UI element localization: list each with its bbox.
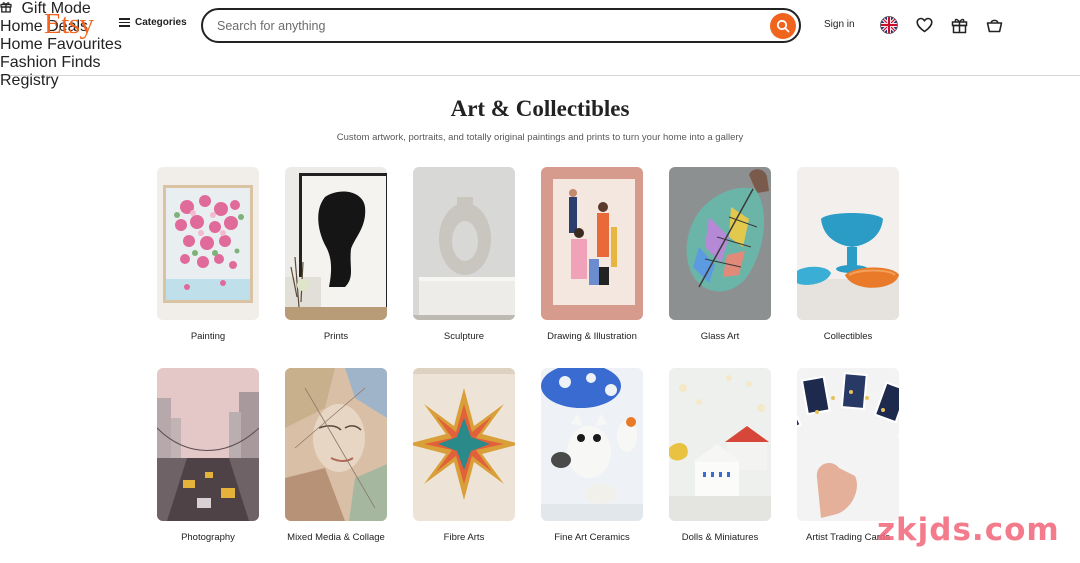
artist-trading-cards-thumbnail bbox=[797, 368, 899, 521]
glass-art-thumbnail bbox=[669, 167, 771, 320]
category-tile-prints[interactable]: Prints bbox=[285, 167, 387, 343]
categories-menu-button[interactable]: Categories bbox=[119, 17, 187, 28]
painting-thumbnail bbox=[157, 167, 259, 320]
search-button[interactable] bbox=[770, 13, 796, 39]
etsy-logo[interactable]: Etsy bbox=[44, 8, 94, 41]
hamburger-icon bbox=[119, 18, 130, 27]
category-tile-dolls-miniatures[interactable]: Dolls & Miniatures bbox=[669, 368, 771, 544]
gift-button[interactable] bbox=[949, 15, 969, 35]
category-tile-photography[interactable]: Photography bbox=[157, 368, 259, 544]
category-tile-painting[interactable]: Painting bbox=[157, 167, 259, 343]
mixed-media-collage-thumbnail bbox=[285, 368, 387, 521]
category-tile-collectibles[interactable]: Collectibles bbox=[797, 167, 899, 343]
category-tile-glass-art[interactable]: Glass Art bbox=[669, 167, 771, 343]
search-icon bbox=[776, 19, 790, 33]
category-tile-mixed-media-collage[interactable]: Mixed Media & Collage bbox=[285, 368, 387, 544]
uk-flag-icon bbox=[880, 16, 898, 34]
category-tile-fine-art-ceramics[interactable]: Fine Art Ceramics bbox=[541, 368, 643, 544]
sign-in-link[interactable]: Sign in bbox=[824, 19, 855, 30]
heart-icon bbox=[915, 17, 933, 33]
page-title: Art & Collectibles bbox=[450, 96, 630, 121]
category-label: Photography bbox=[181, 532, 235, 543]
watermark-text: zkjds.com bbox=[877, 512, 1060, 548]
sculpture-thumbnail bbox=[413, 167, 515, 320]
shopping-basket-icon bbox=[986, 19, 1002, 33]
category-label: Dolls & Miniatures bbox=[681, 532, 759, 543]
category-tile-drawing-illustration[interactable]: Drawing & Illustration bbox=[541, 167, 643, 343]
fibre-arts-thumbnail bbox=[413, 368, 515, 521]
search-input[interactable] bbox=[217, 17, 757, 35]
category-label: Collectibles bbox=[823, 331, 873, 342]
gift-icon bbox=[0, 2, 12, 13]
fine-art-ceramics-thumbnail bbox=[541, 368, 643, 521]
nav-registry[interactable]: Registry bbox=[0, 72, 1080, 90]
category-label: Sculpture bbox=[443, 331, 485, 342]
category-label: Painting bbox=[190, 331, 226, 342]
category-label: Mixed Media & Collage bbox=[287, 532, 385, 543]
favourites-button[interactable] bbox=[914, 15, 934, 35]
page-subtitle: Custom artwork, portraits, and totally o… bbox=[336, 132, 744, 143]
category-label: Glass Art bbox=[700, 331, 740, 342]
prints-thumbnail bbox=[285, 167, 387, 320]
category-label: Prints bbox=[323, 331, 349, 342]
region-flag-button[interactable] bbox=[879, 15, 899, 35]
gift-icon bbox=[951, 18, 967, 33]
category-label: Fine Art Ceramics bbox=[554, 532, 630, 543]
categories-label: Categories bbox=[135, 17, 187, 28]
nav-fashion-finds[interactable]: Fashion Finds bbox=[0, 54, 1080, 72]
category-label: Fibre Arts bbox=[443, 532, 485, 543]
search-bar bbox=[201, 8, 801, 43]
category-tile-sculpture[interactable]: Sculpture bbox=[413, 167, 515, 343]
dolls-miniatures-thumbnail bbox=[669, 368, 771, 521]
cart-button[interactable] bbox=[984, 15, 1004, 35]
collectibles-thumbnail bbox=[797, 167, 899, 320]
drawing-illustration-thumbnail bbox=[541, 167, 643, 320]
photography-thumbnail bbox=[157, 368, 259, 521]
category-label: Drawing & Illustration bbox=[547, 331, 637, 342]
category-tile-fibre-arts[interactable]: Fibre Arts bbox=[413, 368, 515, 544]
site-header: Etsy Categories Sign in bbox=[0, 0, 1080, 89]
